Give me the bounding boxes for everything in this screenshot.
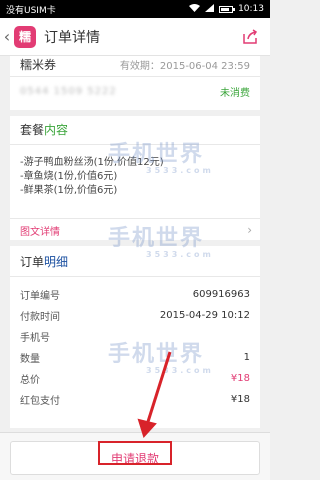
carrier-label: 没有USIM卡 [6,5,56,16]
list-item: -鲜果茶(1份,价值6元) [20,185,118,196]
watermark-sub: 3533.com [146,166,214,175]
watermark-text: 手机世界 [108,226,205,251]
order-title: 订单 明细 [20,248,68,274]
battery-icon [219,5,236,13]
watermark: 手机世界 3533.com [108,136,214,175]
watermark-text: 手机世界 [108,342,205,367]
detail-link-label: 图文详情 [20,226,60,238]
row-label: 数量 [20,354,40,365]
watermark: 手机世界 3533.com [108,336,214,375]
order-title-accent: 明细 [44,254,69,269]
divider [10,276,260,277]
top-nav-bar: ‹ 糯 订单详情 [0,18,270,56]
status-bar: 没有USIM卡 10:13 [0,0,270,18]
validity-date: 有效期：2015-06-04 23:59 [119,60,250,72]
watermark-sub: 3533.com [146,366,214,375]
divider [10,218,260,219]
package-title: 套餐 内容 [20,116,68,142]
refund-button[interactable]: 申请退款 [10,441,260,475]
row-label: 付款时间 [20,312,60,323]
merchant-card: 糯米券 有效期：2015-06-04 23:59 0544 1509 5222 … [10,56,260,110]
merchant-row: 糯米券 有效期：2015-06-04 23:59 [20,56,250,72]
total-price: ¥18 [230,373,250,384]
share-icon [243,28,258,44]
chevron-left-icon: ‹ [3,27,11,46]
row-label: 红包支付 [20,396,60,407]
row-label: 总价 [20,375,40,386]
table-row: 红包支付 ¥18 [10,389,260,410]
chevron-right-icon: › [247,223,252,237]
order-number: 609916963 [192,289,250,300]
clock: 10:13 [238,4,264,14]
back-button[interactable]: ‹ [0,18,14,56]
wifi-icon [189,3,201,15]
quantity: 1 [243,352,250,363]
coupon-code: 0544 1509 5222 [20,85,117,97]
package-title-accent: 内容 [44,122,69,137]
page-title: 订单详情 [44,29,100,46]
package-title-main: 套餐 [20,122,45,137]
signal-icon [205,3,215,15]
row-label: 订单编号 [20,291,60,302]
coupon-row: 0544 1509 5222 未消费 [20,80,250,102]
divider [10,76,260,77]
status-icons: 10:13 [189,3,264,15]
merchant-name: 糯米券 [20,57,57,72]
red-packet-payment: ¥18 [230,394,250,405]
watermark-text: 手机世界 [108,142,205,167]
battery-level [221,7,230,11]
payment-time: 2015-04-29 10:12 [159,310,250,321]
watermark-sub: 3533.com [146,250,214,259]
status-badge: 未消费 [220,87,250,99]
table-row: 付款时间 2015-04-29 10:12 [10,305,260,326]
bottom-bar: 申请退款 [0,432,270,480]
order-title-main: 订单 [20,254,45,269]
row-label: 手机号 [20,333,50,344]
watermark: 手机世界 3533.com [108,220,214,259]
app-logo: 糯 [14,25,36,48]
table-row: 订单编号 609916963 [10,284,260,305]
share-button[interactable] [240,27,260,47]
